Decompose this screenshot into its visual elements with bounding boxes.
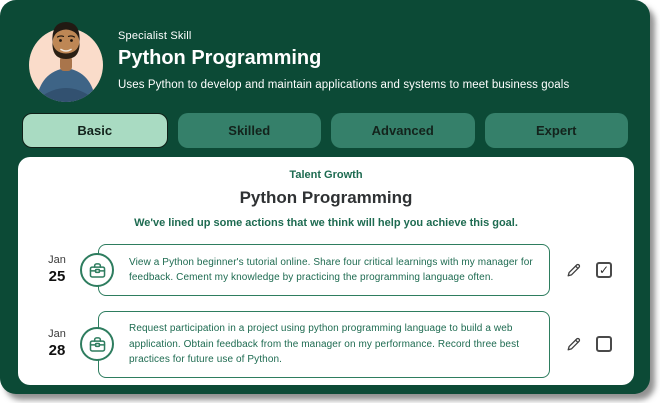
action-date-day: 25 [40,268,74,287]
action-text: Request participation in a project using… [129,321,537,368]
profile-header: Specialist Skill Python Programming Uses… [28,12,630,104]
tab-skilled[interactable]: Skilled [178,113,322,148]
skill-category-label: Specialist Skill [118,30,569,42]
action-tools [566,336,616,352]
talent-growth-label: Talent Growth [34,169,618,181]
action-date: Jan 28 [40,328,74,361]
action-badge [80,327,114,361]
action-date: Jan 25 [40,254,74,287]
action-date-month: Jan [40,328,74,342]
action-row: Jan 28 Request participation i [40,311,616,378]
action-date-month: Jan [40,254,74,268]
skill-title: Python Programming [118,47,569,70]
edit-action-button[interactable] [566,336,582,352]
tab-basic[interactable]: Basic [22,113,168,148]
action-text: View a Python beginner's tutorial online… [129,255,537,286]
edit-action-button[interactable] [566,262,582,278]
level-tabs: Basic Skilled Advanced Expert [22,113,628,148]
action-description-box: Request participation in a project using… [98,311,550,378]
action-tools: ✓ [566,262,616,278]
action-row: Jan 25 View a Python beginner' [40,244,616,296]
action-description-box: View a Python beginner's tutorial online… [98,244,550,296]
action-checkbox[interactable]: ✓ [596,262,612,278]
action-list: Jan 25 View a Python beginner' [34,244,618,378]
skill-panel: Specialist Skill Python Programming Uses… [0,0,650,394]
header-text: Specialist Skill Python Programming Uses… [118,12,569,104]
pencil-icon [566,262,582,278]
tab-expert[interactable]: Expert [485,113,629,148]
person-photo-illustration [28,12,104,104]
avatar [28,12,104,104]
action-checkbox[interactable] [596,336,612,352]
pencil-icon [566,336,582,352]
card-subtitle: We've lined up some actions that we thin… [34,217,618,229]
briefcase-icon [88,335,107,354]
screenshot-stage: Specialist Skill Python Programming Uses… [0,0,660,403]
tab-advanced[interactable]: Advanced [331,113,475,148]
card-title: Python Programming [34,188,618,208]
briefcase-icon [88,261,107,280]
talent-growth-card: Talent Growth Python Programming We've l… [18,157,634,385]
checkmark-icon: ✓ [599,264,609,276]
action-date-day: 28 [40,342,74,361]
skill-description: Uses Python to develop and maintain appl… [118,79,569,91]
action-badge [80,253,114,287]
